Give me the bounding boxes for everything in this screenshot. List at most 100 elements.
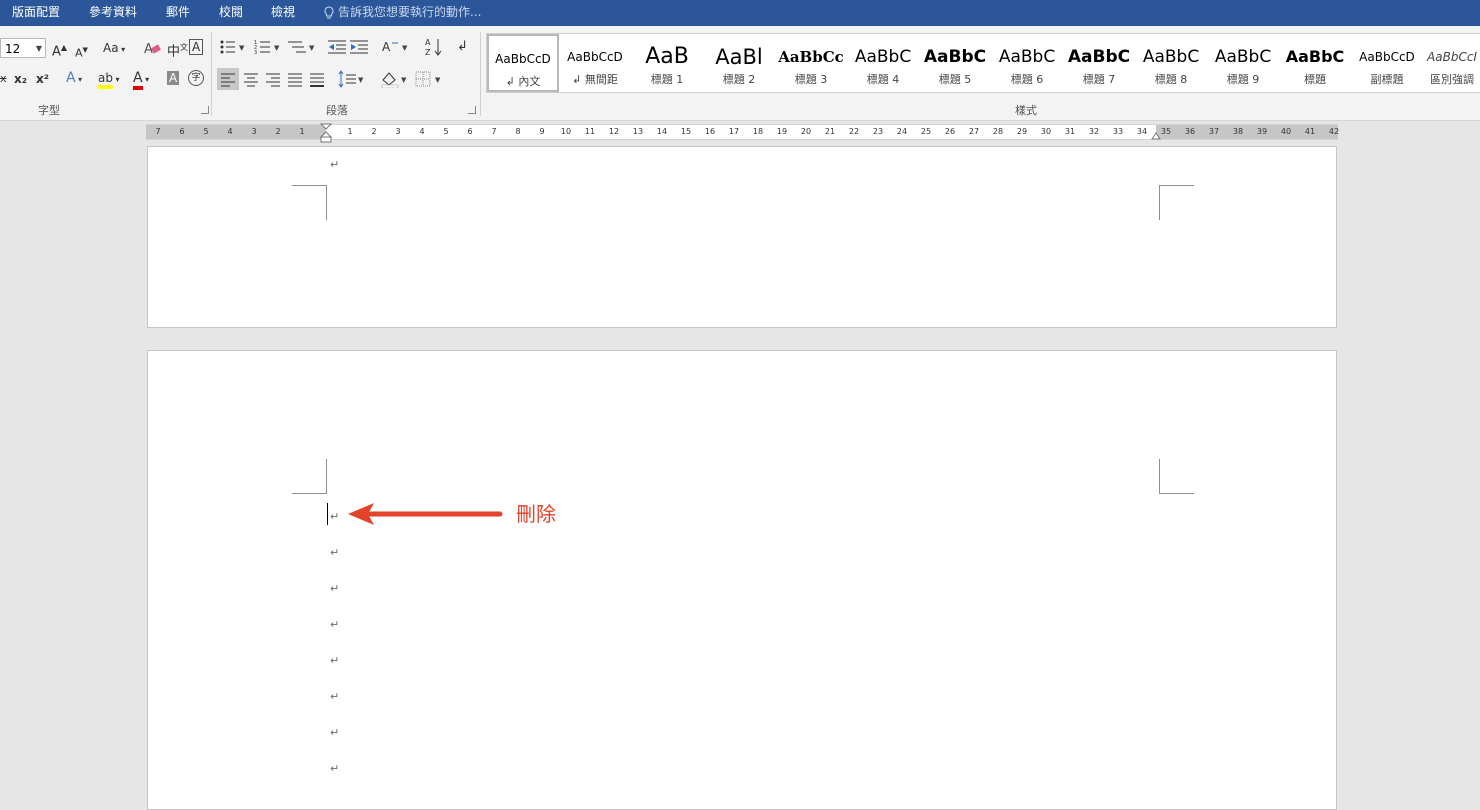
shading-icon[interactable]: ▼ (380, 70, 410, 88)
paragraph-dialog-launcher-icon[interactable] (468, 106, 476, 114)
multilevel-list-icon[interactable]: ▼ (288, 39, 318, 55)
show-marks-icon[interactable]: ↲ (457, 39, 468, 55)
style-preview: AaBbCcD (495, 52, 551, 66)
group-separator (480, 32, 481, 116)
style-mark: ↲ (572, 73, 582, 86)
align-left-icon[interactable] (217, 68, 239, 90)
style-heading-2[interactable]: AaBl 標題 2 (703, 34, 775, 92)
ruler-tick: 40 (1280, 127, 1292, 136)
tab-view[interactable]: 檢視 (271, 0, 295, 26)
style-heading-7[interactable]: AaBbC 標題 7 (1063, 34, 1135, 92)
enclose-characters-button[interactable]: 字 (188, 70, 204, 86)
style-heading-8[interactable]: AaBbC 標題 8 (1135, 34, 1207, 92)
ruler-tick: 2 (371, 127, 377, 136)
ruler-tick: 37 (1208, 127, 1220, 136)
tab-review[interactable]: 校閱 (219, 0, 243, 26)
increase-indent-icon[interactable] (350, 39, 368, 55)
align-center-icon[interactable] (240, 68, 262, 90)
right-indent-marker-icon[interactable] (1151, 131, 1161, 140)
style-heading-3[interactable]: AaBbCc 標題 3 (775, 34, 847, 92)
tab-layout[interactable]: 版面配置 (12, 0, 60, 26)
ruler-tick: 11 (584, 127, 596, 136)
font-color-button[interactable]: A ▾ (133, 70, 149, 90)
ruler-tick: 23 (872, 127, 884, 136)
text-effects-button[interactable]: A ▾ (66, 70, 82, 88)
style-subtitle[interactable]: AaBbCcD 副標題 (1351, 34, 1423, 92)
svg-text:▼: ▼ (401, 76, 407, 84)
change-case-button[interactable]: Aa ▾ (103, 40, 125, 58)
character-shading-button[interactable]: A (167, 71, 180, 85)
style-normal[interactable]: AaBbCcD ↲ 內文 (487, 34, 559, 92)
style-heading-6[interactable]: AaBbC 標題 6 (991, 34, 1063, 92)
bullets-icon[interactable]: ▼ (219, 39, 249, 55)
style-heading-5[interactable]: AaBbC 標題 5 (919, 34, 991, 92)
ruler-tick: 41 (1304, 127, 1316, 136)
crop-mark (1159, 185, 1194, 220)
sort-icon[interactable]: AZ (425, 37, 443, 57)
style-preview: AaBbCcI (1427, 50, 1477, 64)
ruler-tick: 22 (848, 127, 860, 136)
ruler-tick: 20 (800, 127, 812, 136)
style-title[interactable]: AaBbC 標題 (1279, 34, 1351, 92)
strikethrough-button[interactable]: x (0, 71, 7, 87)
asian-layout-icon[interactable]: A ▼ (382, 39, 410, 55)
paragraph-mark: ↵ (330, 690, 340, 703)
grow-font-button[interactable]: A▲ (52, 40, 67, 60)
style-name: 標題 9 (1226, 73, 1260, 86)
style-name: 標題 4 (866, 73, 900, 86)
style-preview: AaBbC (854, 47, 912, 67)
superscript-button[interactable]: x² (36, 71, 49, 87)
ruler-tick: 5 (203, 127, 209, 136)
tab-mailings[interactable]: 郵件 (166, 0, 190, 26)
phonetic-guide-button[interactable]: 中文 (167, 40, 188, 60)
decrease-indent-icon[interactable] (328, 39, 346, 55)
style-heading-4[interactable]: AaBbC 標題 4 (847, 34, 919, 92)
style-name: 標題 3 (794, 73, 828, 86)
chevron-down-icon[interactable]: ▼ (36, 39, 42, 59)
highlight-color-button[interactable]: ab ▾ (98, 70, 120, 89)
font-size-box[interactable]: 12 ▼ (0, 38, 46, 58)
ruler-tick: 28 (992, 127, 1004, 136)
style-preview: AaBbC (1067, 47, 1131, 67)
style-name: 副標題 (1370, 73, 1404, 86)
clear-formatting-icon[interactable]: A (144, 40, 162, 56)
align-right-icon[interactable] (262, 68, 284, 90)
ruler-tick: 35 (1160, 127, 1172, 136)
style-name: 標題 2 (722, 73, 756, 86)
indent-marker-icon[interactable] (320, 123, 332, 143)
character-border-button[interactable]: A (189, 39, 204, 55)
line-spacing-icon[interactable]: ▼ (338, 70, 366, 88)
svg-text:▼: ▼ (402, 44, 408, 52)
enclose-characters-label: 字 (191, 73, 201, 83)
style-heading-1[interactable]: AaB 標題 1 (631, 34, 703, 92)
style-heading-9[interactable]: AaBbC 標題 9 (1207, 34, 1279, 92)
ruler-tick: 6 (467, 127, 473, 136)
crop-mark (292, 185, 327, 220)
page-2[interactable]: ↵ ↵ ↵ ↵ ↵ ↵ ↵ ↵ 刪除 (147, 350, 1337, 810)
numbering-icon[interactable]: 123▼ (254, 39, 284, 55)
ruler-tick: 3 (251, 127, 257, 136)
style-no-spacing[interactable]: AaBbCcD ↲ 無間距 (559, 34, 631, 92)
borders-icon[interactable]: ▼ (414, 70, 444, 88)
style-preview: AaBbC (998, 47, 1056, 67)
styles-group-label: 樣式 (1015, 104, 1037, 117)
page-1[interactable]: ↵ (147, 146, 1337, 328)
paragraph-mark: ↵ (330, 510, 340, 523)
shrink-font-button[interactable]: A▼ (75, 42, 88, 62)
style-preview: AaBl (715, 45, 763, 69)
style-name: ↲ 無間距 (559, 71, 631, 87)
distributed-icon[interactable] (306, 68, 328, 90)
subscript-button[interactable]: x₂ (14, 71, 27, 87)
font-dialog-launcher-icon[interactable] (201, 106, 209, 114)
highlight-label: ab (98, 71, 113, 89)
style-name: 標題 6 (1010, 73, 1044, 86)
tell-me-box[interactable]: 告訴我您想要執行的動作... (324, 0, 481, 26)
paragraph-mark: ↵ (330, 546, 340, 559)
ruler-tick: 5 (443, 127, 449, 136)
font-size-value: 12 (5, 42, 21, 56)
style-mark: ↲ (505, 75, 515, 88)
justify-icon[interactable] (284, 68, 306, 90)
horizontal-ruler[interactable]: 7 6 5 4 3 2 1 1 2 3 4 5 6 7 8 9 10 11 12 13 14 15 16 17 18 19 20 21… (146, 123, 1339, 143)
tab-references[interactable]: 參考資料 (89, 0, 137, 26)
style-subtle-emphasis[interactable]: AaBbCcI 區別強調 (1423, 34, 1480, 92)
